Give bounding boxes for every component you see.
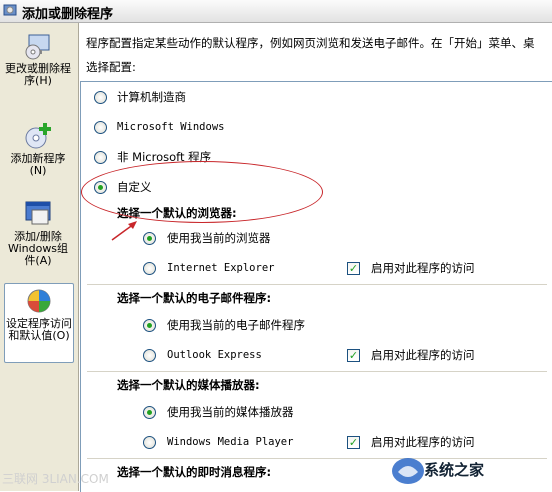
radio-windows-media-player[interactable] [143, 436, 156, 449]
radio-current-media[interactable] [143, 406, 156, 419]
sidebar-item-label: 更改或删除程序(H) [5, 62, 71, 87]
option-label: 计算机制造商 [117, 90, 186, 104]
checkbox-enable-wmp[interactable]: ✓ [347, 436, 360, 449]
option-label: Windows Media Player [167, 436, 294, 448]
checkbox-label: 启用对此程序的访问 [371, 261, 475, 275]
sidebar-item-label: 设定程序访问和默认值(O) [6, 317, 72, 342]
checkbox-label: 启用对此程序的访问 [371, 435, 475, 449]
radio-current-email[interactable] [143, 319, 156, 332]
title-bar: 添加或删除程序 [0, 0, 552, 23]
radio-microsoft-windows[interactable] [94, 121, 107, 134]
radio-outlook-express[interactable] [143, 349, 156, 362]
section-heading-email: 选择一个默认的电子邮件程序: [117, 291, 272, 305]
annotation-arrow-icon [111, 221, 137, 241]
divider [87, 284, 547, 285]
config-label: 选择配置: [86, 60, 136, 74]
checkbox-enable-ie[interactable]: ✓ [347, 262, 360, 275]
section-heading-im: 选择一个默认的即时消息程序: [117, 465, 272, 479]
sidebar-item-change-remove[interactable]: 更改或删除程序(H) [4, 31, 72, 95]
option-label: Outlook Express [167, 349, 262, 361]
radio-manufacturer[interactable] [94, 91, 107, 104]
annotation-ellipse [81, 161, 323, 223]
windows-components-icon [25, 201, 51, 225]
divider [87, 371, 547, 372]
site-logo-text: 系统之家 [424, 461, 485, 479]
option-label: Internet Explorer [167, 262, 275, 274]
intro-text: 程序配置指定某些动作的默认程序，例如网页浏览和发送电子邮件。在「开始」菜单、桌 [86, 36, 535, 50]
checkbox-label: 启用对此程序的访问 [371, 348, 475, 362]
cd-monitor-icon [25, 34, 50, 60]
option-label: 使用我当前的浏览器 [167, 231, 271, 245]
sidebar-item-add-new[interactable]: 添加新程序(N) [4, 121, 72, 181]
option-label: 使用我当前的媒体播放器 [167, 405, 294, 419]
sidebar: 更改或删除程序(H) 添加新程序(N) 添加/删除Windows组件(A) 设定… [0, 23, 79, 491]
sidebar-item-windows-components[interactable]: 添加/删除Windows组件(A) [4, 199, 72, 275]
main-panel: 程序配置指定某些动作的默认程序，例如网页浏览和发送电子邮件。在「开始」菜单、桌 … [80, 23, 552, 492]
radio-current-browser[interactable] [143, 232, 156, 245]
window-title: 添加或删除程序 [22, 7, 114, 22]
option-label: Microsoft Windows [117, 121, 225, 133]
radio-non-microsoft[interactable] [94, 151, 107, 164]
checkbox-enable-outlook[interactable]: ✓ [347, 349, 360, 362]
watermark-text: 三联网 3LIAN.COM [2, 472, 109, 486]
sidebar-item-label: 添加/删除Windows组件(A) [7, 230, 69, 267]
add-remove-icon [3, 4, 17, 16]
sidebar-item-label: 添加新程序(N) [10, 152, 66, 177]
add-cd-icon [25, 123, 51, 149]
config-list: 计算机制造商 Microsoft Windows 非 Microsoft 程序 … [80, 81, 552, 492]
default-programs-icon [27, 289, 51, 313]
option-label: 使用我当前的电子邮件程序 [167, 318, 305, 332]
radio-internet-explorer[interactable] [143, 262, 156, 275]
section-heading-media: 选择一个默认的媒体播放器: [117, 378, 260, 392]
sidebar-item-default-programs[interactable]: 设定程序访问和默认值(O) [4, 283, 74, 363]
